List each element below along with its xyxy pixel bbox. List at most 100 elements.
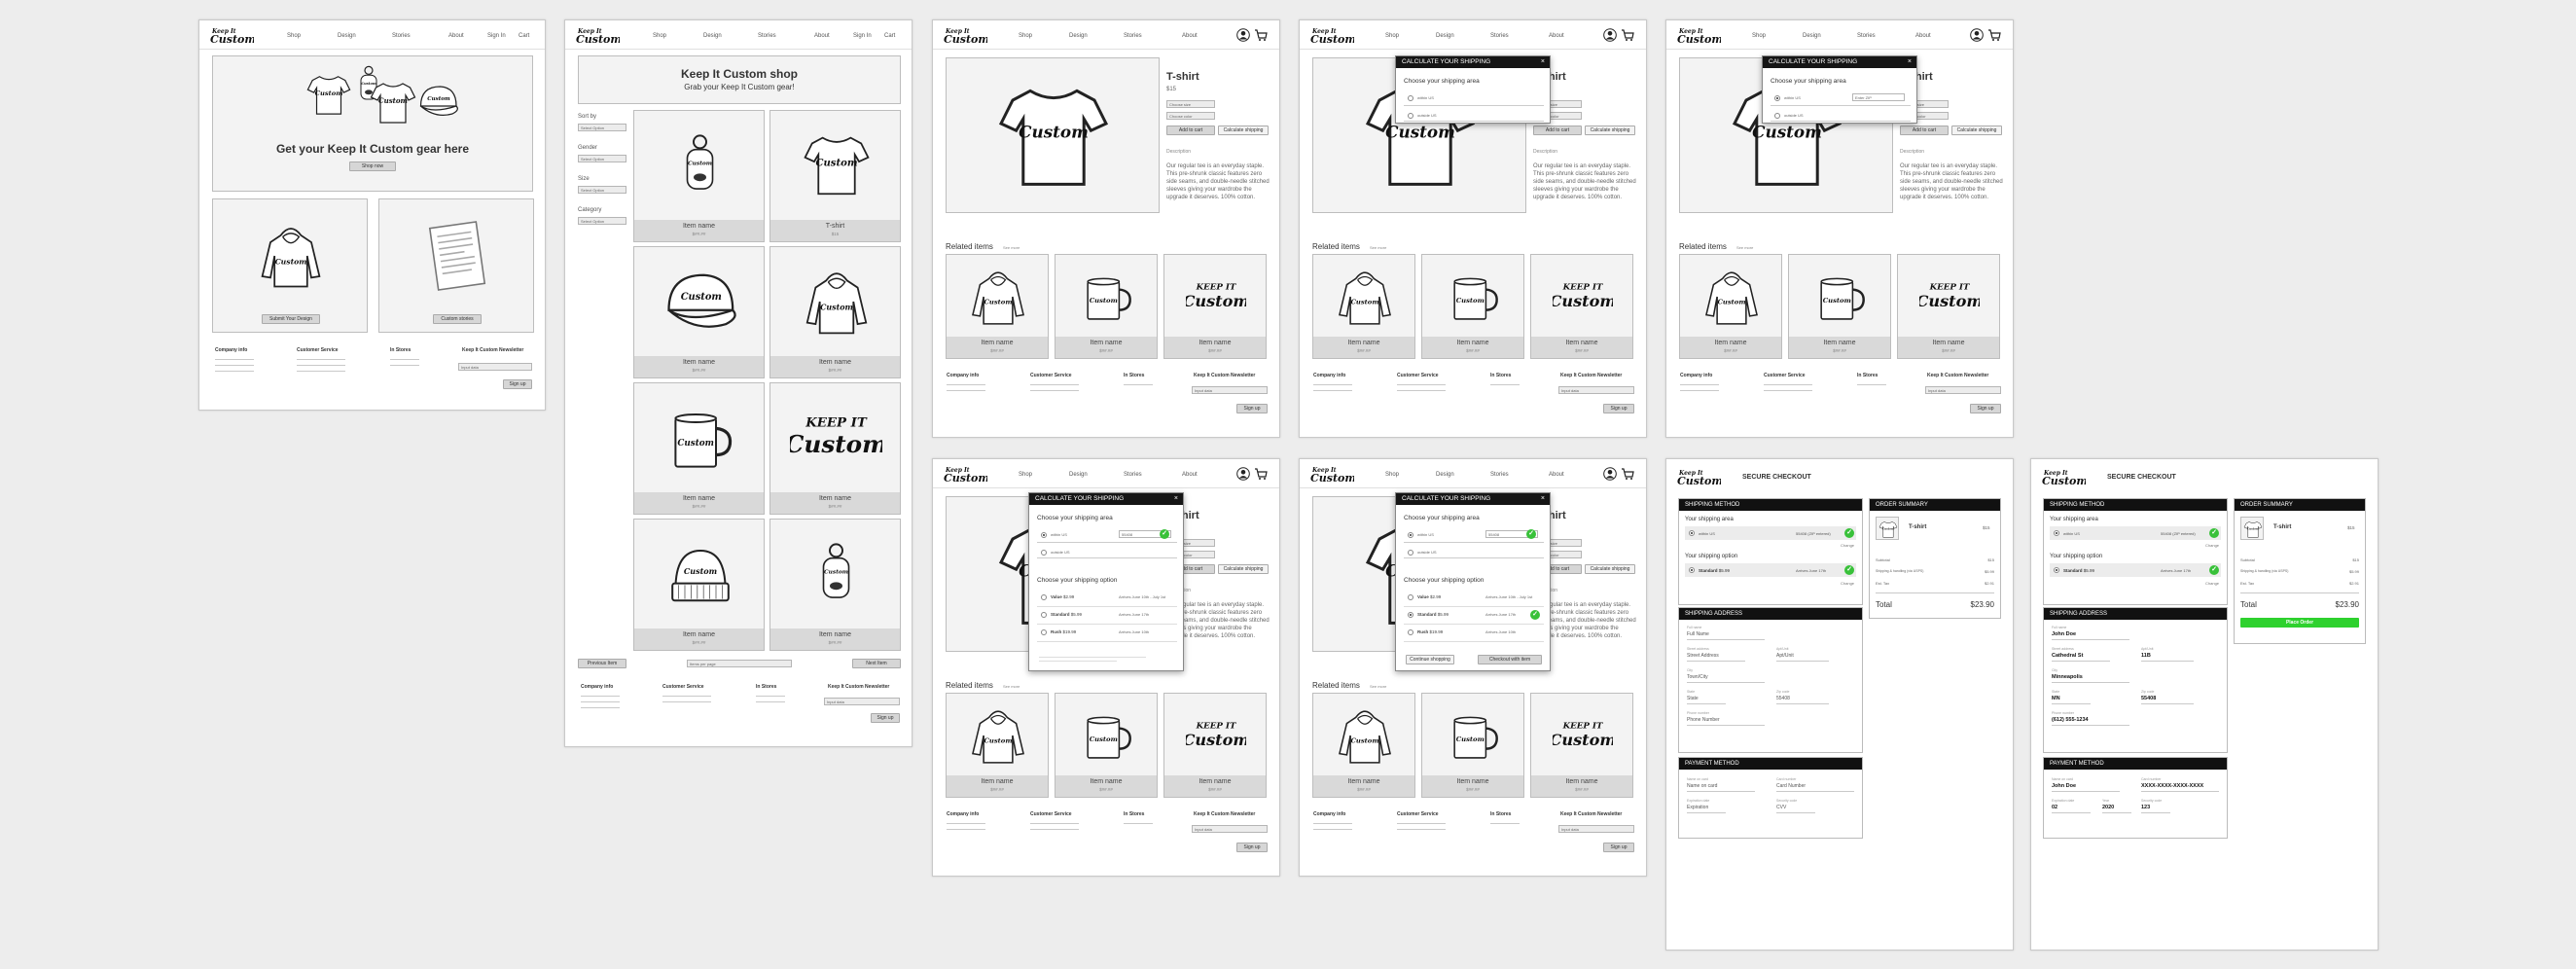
nav-about[interactable]: About — [1182, 472, 1198, 478]
user-icon[interactable] — [1970, 28, 1984, 42]
nav-shop[interactable]: Shop — [287, 33, 301, 39]
cart-icon[interactable] — [1621, 467, 1634, 481]
see-more-link[interactable]: See more — [1370, 245, 1386, 250]
logo[interactable] — [209, 25, 254, 45]
nav-shop[interactable]: Shop — [1752, 33, 1766, 39]
signup-button[interactable]: Sign up — [1603, 404, 1634, 413]
field-value[interactable]: Minneapolis — [2052, 674, 2083, 680]
calculate-shipping-button[interactable]: Calculate shipping — [1585, 126, 1635, 135]
field-value[interactable]: Cathedral St — [2052, 653, 2083, 659]
nav-design[interactable]: Design — [338, 33, 356, 39]
calculate-shipping-button[interactable]: Calculate shipping — [1218, 126, 1269, 135]
shipping-option-radio[interactable] — [1408, 612, 1413, 618]
checkout-with-item-button[interactable]: Checkout with item — [1478, 655, 1542, 664]
within-us-radio[interactable] — [1041, 532, 1047, 538]
footer-service[interactable]: Customer Service — [662, 684, 704, 690]
nav-shop[interactable]: Shop — [1019, 33, 1032, 39]
filter-sort-select[interactable]: Select Option — [578, 124, 626, 131]
shop-now-button[interactable]: Shop now — [349, 162, 396, 171]
field-value[interactable]: John Doe — [2052, 783, 2076, 789]
field-value[interactable]: CVV — [1776, 805, 1786, 810]
nav-stories[interactable]: Stories — [1857, 33, 1876, 39]
place-order-button[interactable]: Place Order — [2240, 618, 2359, 628]
related-item-card[interactable]: Item name $##.## — [1163, 254, 1267, 359]
footer-company[interactable]: Company info — [947, 373, 979, 378]
signup-button[interactable]: Sign up — [871, 713, 900, 723]
footer-company[interactable]: Company info — [1313, 811, 1345, 817]
change-area-link[interactable]: Change — [2205, 543, 2219, 548]
cart-icon[interactable] — [1254, 28, 1268, 42]
outside-us-radio[interactable] — [1041, 550, 1047, 556]
nav-stories[interactable]: Stories — [758, 33, 776, 39]
submit-design-button[interactable]: Submit Your Design — [262, 314, 320, 324]
see-more-link[interactable]: See more — [1003, 684, 1020, 689]
field-value[interactable]: Street Address — [1687, 653, 1719, 659]
change-option-link[interactable]: Change — [2205, 581, 2219, 586]
outside-us-radio[interactable] — [1774, 113, 1780, 119]
nav-stories[interactable]: Stories — [1490, 472, 1509, 478]
product-card[interactable]: Item name $##.## — [633, 382, 765, 515]
footer-stores[interactable]: In Stores — [1124, 373, 1144, 378]
field-value[interactable]: State — [1687, 696, 1699, 701]
related-item-card[interactable]: Item name $##.## — [1055, 254, 1158, 359]
field-value[interactable]: Town/City — [1687, 674, 1708, 680]
nav-shop[interactable]: Shop — [1385, 33, 1399, 39]
nav-cart[interactable]: Cart — [884, 33, 895, 39]
calculate-shipping-button[interactable]: Calculate shipping — [1218, 564, 1269, 574]
footer-stores[interactable]: In Stores — [1124, 811, 1144, 817]
nav-shop[interactable]: Shop — [1385, 472, 1399, 478]
footer-company[interactable]: Company info — [215, 347, 247, 353]
footer-service[interactable]: Customer Service — [1397, 811, 1439, 817]
footer-stores[interactable]: In Stores — [756, 684, 776, 690]
next-item-button[interactable]: Next Item — [852, 659, 901, 668]
product-card[interactable]: Item name $##.## — [769, 382, 901, 515]
newsletter-input[interactable]: Input data — [824, 698, 900, 705]
field-value[interactable]: Phone Number — [1687, 717, 1720, 723]
filter-gender-select[interactable]: Select Option — [578, 155, 626, 162]
newsletter-input[interactable]: Input data — [1192, 386, 1268, 394]
close-icon[interactable]: × — [1908, 56, 1912, 68]
logo[interactable] — [943, 464, 987, 484]
related-item-card[interactable]: Item name $##.## — [1055, 693, 1158, 798]
nav-about[interactable]: About — [1549, 472, 1564, 478]
product-card[interactable]: T-shirt $15 — [769, 110, 901, 242]
close-icon[interactable]: × — [1541, 56, 1545, 68]
related-item-card[interactable]: Item name $##.## — [946, 693, 1049, 798]
within-us-radio[interactable] — [1408, 532, 1413, 538]
footer-stores[interactable]: In Stores — [1490, 811, 1511, 817]
nav-shop[interactable]: Shop — [653, 33, 666, 39]
related-item-card[interactable]: Item name $##.## — [1530, 693, 1633, 798]
nav-stories[interactable]: Stories — [1124, 472, 1142, 478]
newsletter-input[interactable]: Input data — [1558, 386, 1634, 394]
footer-service[interactable]: Customer Service — [1397, 373, 1439, 378]
field-value[interactable]: Name on card — [1687, 783, 1717, 789]
shipping-option-radio[interactable] — [1041, 612, 1047, 618]
newsletter-input[interactable]: Input data — [1925, 386, 2001, 394]
footer-stores[interactable]: In Stores — [1490, 373, 1511, 378]
footer-stores[interactable]: In Stores — [1857, 373, 1878, 378]
cart-icon[interactable] — [1621, 28, 1634, 42]
filter-size-select[interactable]: Select Option — [578, 186, 626, 194]
product-card[interactable]: Item name $##.## — [769, 519, 901, 651]
field-value[interactable]: Full Name — [1687, 631, 1709, 637]
see-more-link[interactable]: See more — [1736, 245, 1753, 250]
standard-radio[interactable] — [2054, 567, 2059, 573]
within-us-radio[interactable] — [2054, 530, 2059, 536]
nav-about[interactable]: About — [1549, 33, 1564, 39]
product-card[interactable]: Item name $##.## — [633, 110, 765, 242]
nav-signin[interactable]: Sign In — [853, 33, 872, 39]
footer-service[interactable]: Customer Service — [1030, 811, 1072, 817]
related-item-card[interactable]: Item name $##.## — [1421, 693, 1524, 798]
related-item-card[interactable]: Item name $##.## — [1788, 254, 1891, 359]
field-value[interactable]: (612) 555-1234 — [2052, 717, 2089, 723]
field-value[interactable]: Expiration — [1687, 805, 1708, 810]
nav-stories[interactable]: Stories — [1490, 33, 1509, 39]
logo[interactable] — [2041, 467, 2086, 486]
zip-input[interactable]: Enter ZIP — [1852, 93, 1905, 101]
footer-company[interactable]: Company info — [947, 811, 979, 817]
footer-company[interactable]: Company info — [1680, 373, 1712, 378]
footer-service[interactable]: Customer Service — [1764, 373, 1806, 378]
shipping-option-radio[interactable] — [1041, 629, 1047, 635]
shipping-option-radio[interactable] — [1408, 629, 1413, 635]
user-icon[interactable] — [1603, 28, 1617, 42]
